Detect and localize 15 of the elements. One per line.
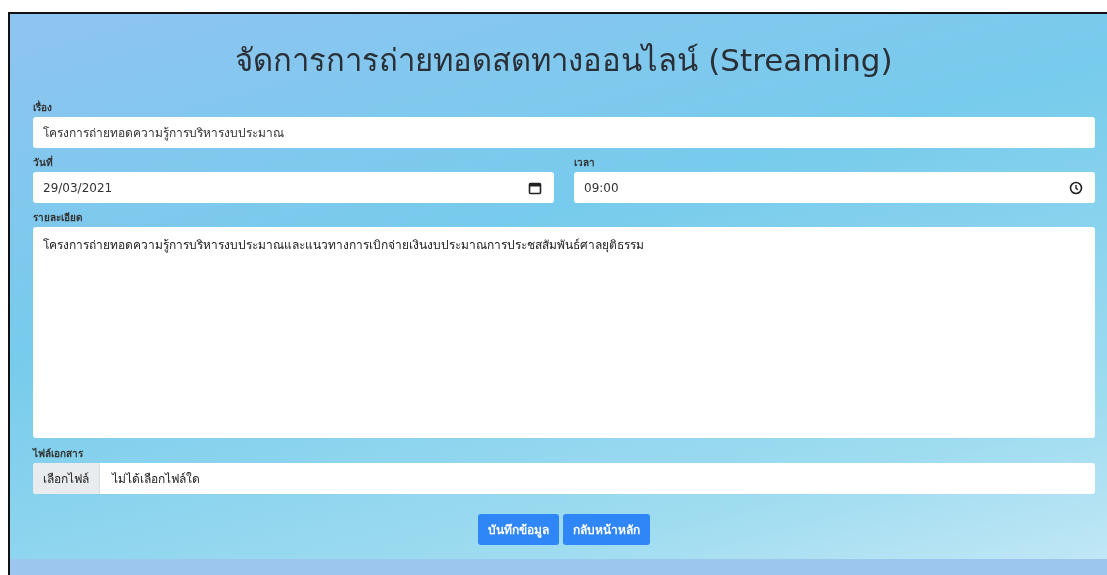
subject-field[interactable]: โครงการถ่ายทอดความรู้การบริหารงบประมาณ <box>33 117 1095 148</box>
field-label: วันที่ <box>33 157 54 170</box>
calendar-icon[interactable] <box>528 180 542 195</box>
field-label: รายละเอียด <box>33 212 83 225</box>
home-button[interactable]: กลับหน้าหลัก <box>563 514 650 545</box>
field-label: เรื่อง <box>33 102 53 115</box>
save-button[interactable]: บันทึกข้อมูล <box>478 514 559 545</box>
field-label: ไฟล์เอกสาร <box>33 448 84 461</box>
date-field[interactable]: 29/03/2021 <box>33 172 554 203</box>
clock-icon[interactable] <box>1069 180 1083 195</box>
page-title: จัดการการถ่ายทอดสดทางออนไลน์ (Streaming) <box>235 41 893 80</box>
field-label: เวลา <box>574 157 596 170</box>
details-field[interactable]: โครงการถ่ายทอดความรู้การบริหารงบประมาณและแนวทางการเบิกจ่ายเงินงบประมาณการประชสสัมพันธ์ศาลยุติธรรม <box>33 227 1095 438</box>
time-field[interactable]: 09:00 <box>574 172 1095 203</box>
file-field[interactable]: เลือกไฟล์ ไม่ได้เลือกไฟล์ใด <box>33 463 1095 494</box>
